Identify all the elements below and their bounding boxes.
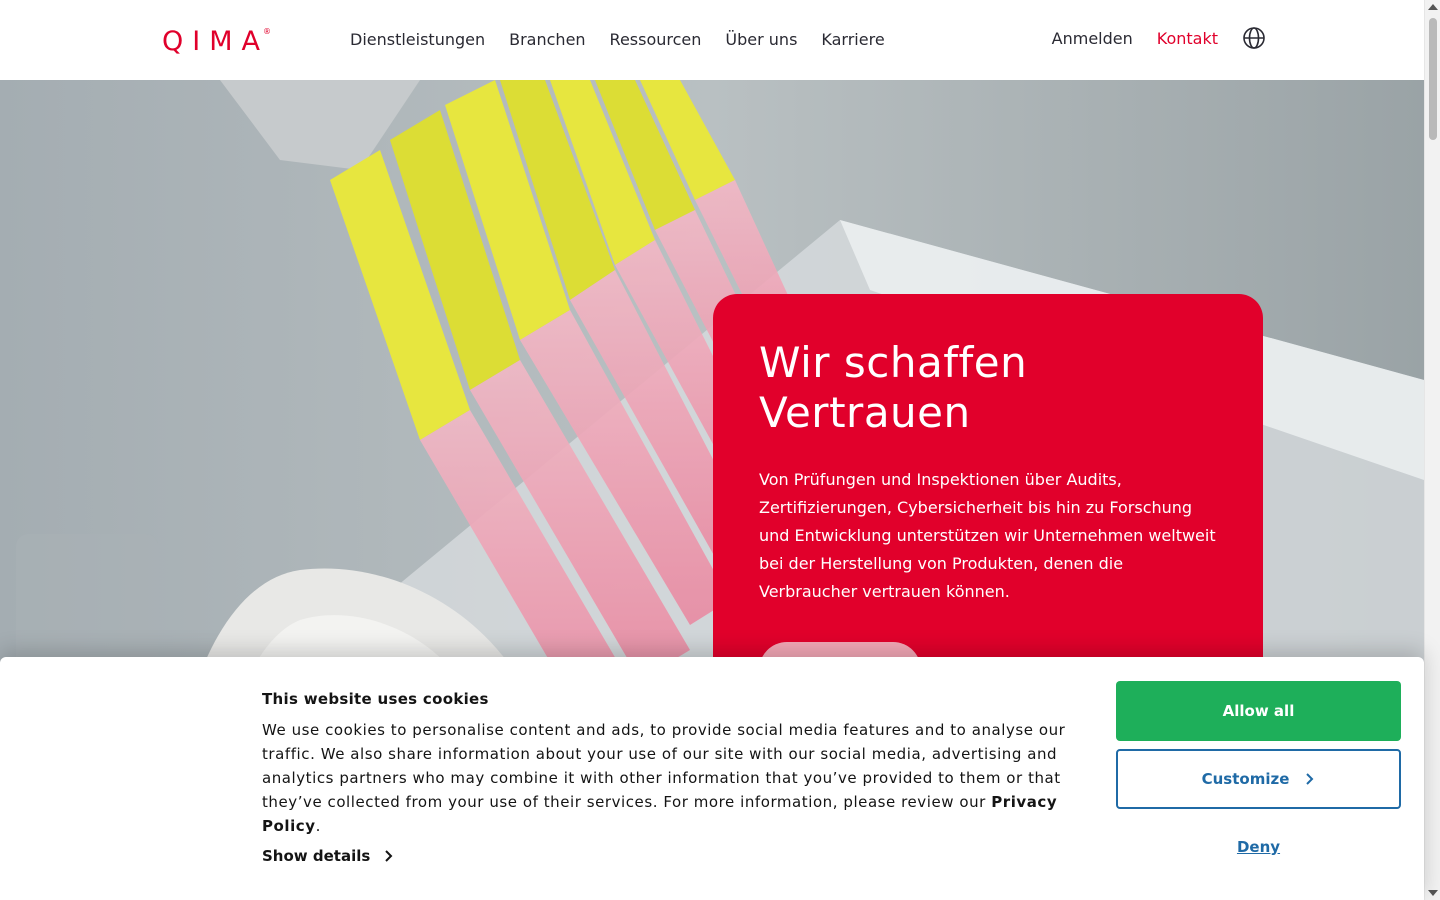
show-details-button[interactable]: Show details bbox=[262, 847, 394, 865]
chevron-right-icon bbox=[385, 850, 393, 862]
allow-all-button[interactable]: Allow all bbox=[1116, 681, 1401, 741]
page-scrollbar[interactable] bbox=[1424, 0, 1440, 900]
scroll-up-icon[interactable] bbox=[1428, 4, 1438, 10]
logo-text: QIMA bbox=[162, 26, 269, 57]
contact-link[interactable]: Kontakt bbox=[1157, 29, 1218, 48]
header-actions: Anmelden Kontakt bbox=[1052, 26, 1266, 50]
chevron-right-icon bbox=[1306, 773, 1314, 785]
hero-description: Von Prüfungen und Inspektionen über Audi… bbox=[759, 470, 1216, 601]
registered-mark: ® bbox=[262, 27, 271, 36]
nav-item-ressourcen[interactable]: Ressourcen bbox=[610, 30, 702, 49]
nav-item-branchen[interactable]: Branchen bbox=[509, 30, 585, 49]
hero-title: Wir schaffen Vertrauen bbox=[759, 338, 1028, 437]
nav-item-karriere[interactable]: Karriere bbox=[821, 30, 884, 49]
globe-icon[interactable] bbox=[1242, 26, 1266, 50]
customize-button[interactable]: Customize bbox=[1116, 749, 1401, 809]
cookie-title: This website uses cookies bbox=[262, 690, 489, 708]
main-nav: Dienstleistungen Branchen Ressourcen Übe… bbox=[350, 30, 885, 49]
scroll-thumb[interactable] bbox=[1429, 18, 1437, 140]
cookie-banner: This website uses cookies We use cookies… bbox=[0, 657, 1424, 900]
cookie-text-end: . bbox=[315, 817, 321, 835]
cookie-description: We use cookies to personalise content an… bbox=[262, 718, 1102, 838]
deny-button[interactable]: Deny bbox=[1116, 827, 1401, 867]
show-details-label: Show details bbox=[262, 847, 371, 865]
customize-label: Customize bbox=[1201, 770, 1290, 788]
site-header: QIMA ® Dienstleistungen Branchen Ressour… bbox=[0, 0, 1424, 80]
scroll-down-icon[interactable] bbox=[1428, 890, 1438, 896]
login-link[interactable]: Anmelden bbox=[1052, 29, 1133, 48]
nav-item-dienstleistungen[interactable]: Dienstleistungen bbox=[350, 30, 485, 49]
cookie-text: We use cookies to personalise content an… bbox=[262, 721, 1066, 811]
nav-item-ueber-uns[interactable]: Über uns bbox=[725, 30, 797, 49]
qima-logo[interactable]: QIMA ® bbox=[162, 26, 277, 57]
